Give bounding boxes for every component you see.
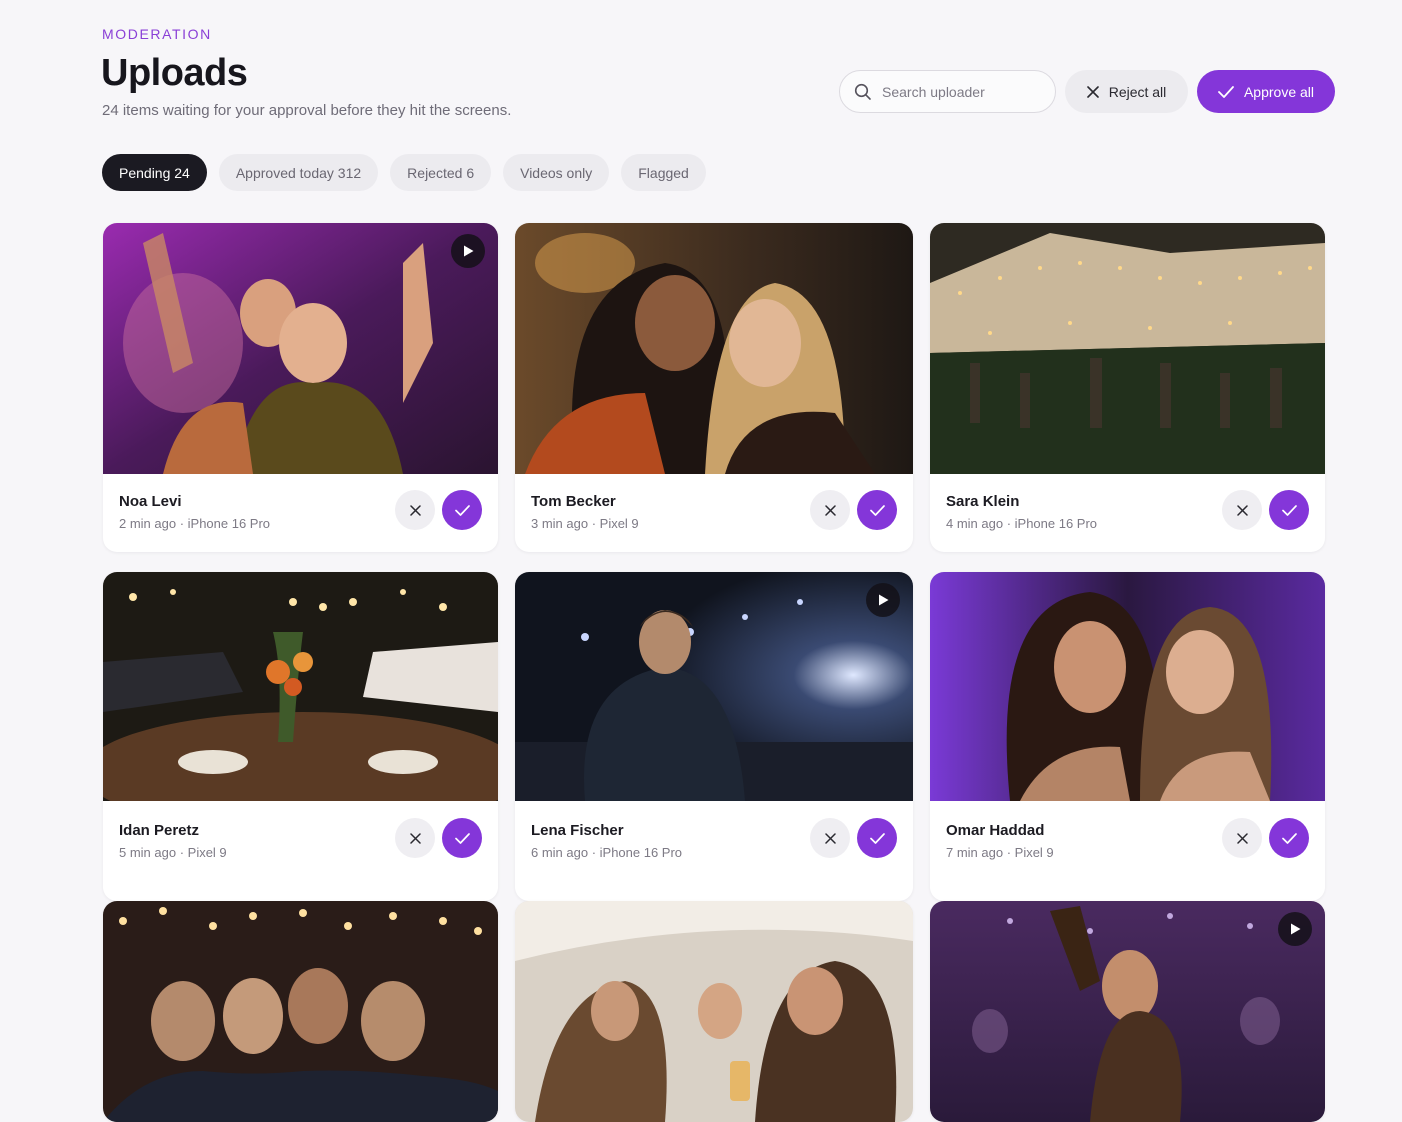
- approve-all-label: Approve all: [1243, 83, 1315, 100]
- approve-button[interactable]: [857, 818, 897, 858]
- uploader-name: Lena Fischer: [531, 822, 624, 839]
- approve-all-button[interactable]: Approve all: [1197, 70, 1335, 113]
- approve-button[interactable]: [442, 818, 482, 858]
- upload-thumbnail[interactable]: [103, 223, 498, 474]
- reject-button[interactable]: [810, 490, 850, 530]
- check-icon: [1281, 832, 1297, 844]
- stage-speaker-photo: [515, 572, 913, 801]
- page-subtitle: 24 items waiting for your approval befor…: [102, 102, 512, 119]
- filter-tabs: Pending 24 Approved today 312 Rejected 6…: [102, 154, 706, 191]
- party-dancing-photo: [103, 223, 498, 474]
- reject-button[interactable]: [1222, 490, 1262, 530]
- reject-button[interactable]: [1222, 818, 1262, 858]
- approve-button[interactable]: [1269, 818, 1309, 858]
- check-icon: [454, 832, 470, 844]
- group-of-friends-photo: [103, 901, 498, 1122]
- upload-info: 5 min ago · Pixel 9: [119, 845, 227, 860]
- tab-pending[interactable]: Pending 24: [102, 154, 207, 191]
- close-icon: [409, 832, 421, 844]
- close-icon: [1086, 85, 1099, 98]
- tab-rejected[interactable]: Rejected 6: [390, 154, 492, 191]
- search-uploader-field[interactable]: [839, 70, 1056, 113]
- upload-card: [103, 901, 498, 1122]
- tab-videos-only[interactable]: Videos only: [503, 154, 610, 191]
- upload-info: 4 min ago · iPhone 16 Pro: [946, 516, 1098, 531]
- page-eyebrow: MODERATION: [102, 26, 212, 42]
- women-outdoor-drinks-photo: [515, 901, 913, 1122]
- approve-button[interactable]: [857, 490, 897, 530]
- upload-info: 6 min ago · iPhone 16 Pro: [531, 845, 683, 860]
- upload-card: Idan Peretz 5 min ago · Pixel 9: [103, 572, 498, 901]
- uploader-name: Omar Haddad: [946, 822, 1045, 839]
- reject-all-label: Reject all: [1108, 83, 1167, 100]
- reject-button[interactable]: [395, 818, 435, 858]
- upload-card: Sara Klein 4 min ago · iPhone 16 Pro: [930, 223, 1325, 552]
- upload-card: Omar Haddad 7 min ago · Pixel 9: [930, 572, 1325, 901]
- upload-thumbnail[interactable]: [103, 572, 498, 801]
- upload-info: 7 min ago · Pixel 9: [946, 845, 1054, 860]
- check-icon: [454, 504, 470, 516]
- play-icon[interactable]: [451, 234, 485, 268]
- close-icon: [1236, 504, 1248, 516]
- upload-info: 3 min ago · Pixel 9: [531, 516, 639, 531]
- upload-thumbnail[interactable]: [930, 223, 1325, 474]
- approve-button[interactable]: [442, 490, 482, 530]
- check-icon: [869, 504, 885, 516]
- approve-button[interactable]: [1269, 490, 1309, 530]
- upload-thumbnail[interactable]: [930, 901, 1325, 1122]
- uploader-name: Tom Becker: [531, 493, 616, 510]
- upload-thumbnail[interactable]: [930, 572, 1325, 801]
- dinner-toast-photo: [103, 572, 498, 801]
- check-icon: [1281, 504, 1297, 516]
- upload-thumbnail[interactable]: [515, 572, 913, 801]
- upload-card: Noa Levi 2 min ago · iPhone 16 Pro: [103, 223, 498, 552]
- women-laughing-photo: [930, 572, 1325, 801]
- upload-card: Tom Becker 3 min ago · Pixel 9: [515, 223, 913, 552]
- upload-card: [930, 901, 1325, 1122]
- friends-laughing-photo: [515, 223, 913, 474]
- upload-card: Lena Fischer 6 min ago · iPhone 16 Pro: [515, 572, 913, 901]
- close-icon: [409, 504, 421, 516]
- upload-thumbnail[interactable]: [515, 901, 913, 1122]
- upload-thumbnail[interactable]: [515, 223, 913, 474]
- search-icon: [854, 83, 871, 100]
- garden-tent-party-photo: [930, 223, 1325, 474]
- dancefloor-photo: [930, 901, 1325, 1122]
- uploader-name: Sara Klein: [946, 493, 1020, 510]
- reject-button[interactable]: [810, 818, 850, 858]
- tab-approved-today[interactable]: Approved today 312: [218, 154, 379, 191]
- upload-card: [515, 901, 913, 1122]
- close-icon: [824, 504, 836, 516]
- page-title: Uploads: [101, 52, 248, 94]
- search-input[interactable]: [882, 83, 1042, 100]
- reject-button[interactable]: [395, 490, 435, 530]
- check-icon: [1218, 85, 1234, 98]
- play-icon[interactable]: [1278, 912, 1312, 946]
- upload-thumbnail[interactable]: [103, 901, 498, 1122]
- tab-flagged[interactable]: Flagged: [621, 154, 706, 191]
- play-icon[interactable]: [866, 583, 900, 617]
- check-icon: [869, 832, 885, 844]
- upload-info: 2 min ago · iPhone 16 Pro: [119, 516, 271, 531]
- uploader-name: Noa Levi: [119, 493, 182, 510]
- uploader-name: Idan Peretz: [119, 822, 200, 839]
- close-icon: [1236, 832, 1248, 844]
- close-icon: [824, 832, 836, 844]
- reject-all-button[interactable]: Reject all: [1065, 70, 1188, 113]
